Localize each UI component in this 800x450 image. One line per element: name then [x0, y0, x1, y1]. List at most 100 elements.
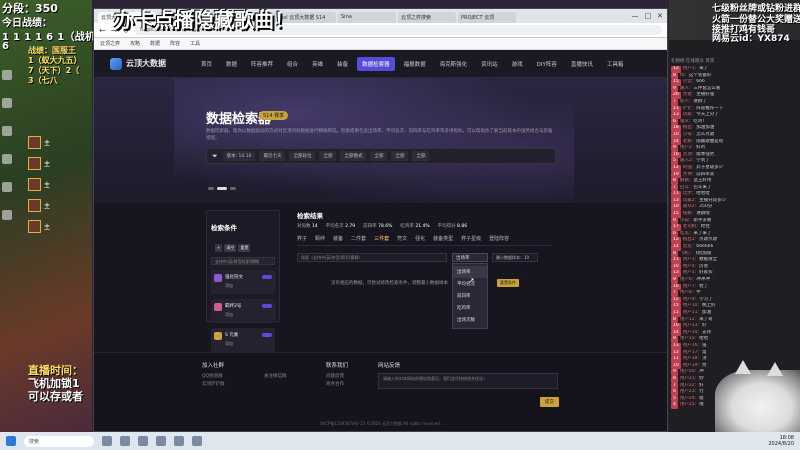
- chat-username[interactable]: 巴斗：: [680, 185, 694, 190]
- chat-username[interactable]: 鹅鹅：: [680, 178, 694, 183]
- nav-item[interactable]: 福报数据: [399, 57, 431, 71]
- user-icon[interactable]: [2, 210, 12, 220]
- result-tab[interactable]: 弈子: [297, 235, 307, 242]
- chat-header[interactable]: 礼物榜 在线观众 贵宾: [671, 58, 799, 64]
- reset-condition-button[interactable]: 重置: [238, 244, 251, 252]
- footer-link[interactable]: 商务合作: [326, 381, 348, 389]
- submit-feedback-button[interactable]: 提交: [540, 397, 559, 407]
- chat-username[interactable]: 用户7：: [683, 284, 699, 289]
- chat-username[interactable]: 新人：: [680, 99, 694, 104]
- system-tray-clock[interactable]: 18:08 2024/8/20: [768, 435, 794, 447]
- browser-tab[interactable]: Sina: [338, 12, 396, 23]
- bookmark-item[interactable]: 工具: [190, 40, 200, 47]
- chat-username[interactable]: 用户14：: [683, 330, 702, 335]
- footer-link[interactable]: QQ频道群: [202, 373, 225, 381]
- condition-toggle[interactable]: [262, 275, 272, 279]
- chat-username[interactable]: 老司机：: [683, 224, 701, 229]
- browser-tab[interactable]: 云顶之弈搜索: [398, 12, 456, 23]
- filter-select[interactable]: 最近七天: [259, 151, 286, 161]
- chat-username[interactable]: 老粉：: [683, 139, 697, 144]
- nav-item[interactable]: 装备: [332, 57, 353, 71]
- chat-username[interactable]: 钻粉：: [683, 211, 697, 216]
- filter-select[interactable]: 全部段位: [289, 151, 316, 161]
- chat-username[interactable]: 比尔：: [683, 191, 697, 196]
- chat-username[interactable]: 用户18：: [683, 356, 702, 361]
- footer-link[interactable]: 问题反馈: [326, 373, 348, 381]
- hero-row[interactable]: 主: [28, 220, 50, 233]
- chat-username[interactable]: 观众：: [680, 119, 694, 124]
- chat-username[interactable]: 用户20：: [680, 369, 699, 374]
- filter-select[interactable]: 全部: [412, 151, 430, 161]
- hero-row[interactable]: 主: [28, 178, 50, 191]
- chat-username[interactable]: 用户8：: [680, 290, 696, 295]
- chat-username[interactable]: 用户11：: [683, 310, 702, 315]
- bookmark-item[interactable]: 云顶之弈: [100, 40, 120, 47]
- chat-username[interactable]: 用户16：: [683, 343, 702, 348]
- nav-item[interactable]: 数据检索器: [357, 56, 395, 71]
- chat-username[interactable]: 云顶：: [683, 152, 697, 157]
- chat-username[interactable]: 路人2：: [680, 158, 696, 163]
- feedback-textarea[interactable]: 请输入你对本网站的建议和意见，我们会尽快修改并优化！: [378, 373, 558, 389]
- chat-username[interactable]: 用户23：: [680, 389, 699, 394]
- result-tab[interactable]: 二件套: [351, 235, 366, 242]
- bookmark-item[interactable]: 攻略: [130, 40, 140, 47]
- footer-link[interactable]: 关注微信群: [264, 373, 287, 381]
- chat-username[interactable]: 玩家：: [683, 112, 697, 117]
- shop-icon[interactable]: [2, 126, 12, 136]
- app-icon[interactable]: [102, 436, 112, 446]
- nav-item[interactable]: 阵容推荐: [246, 57, 278, 71]
- chat-username[interactable]: 用户17：: [683, 350, 702, 355]
- nav-item[interactable]: 直播快讯: [566, 57, 598, 71]
- hero-row[interactable]: 主: [28, 136, 50, 149]
- chat-username[interactable]: 用户15：: [680, 336, 699, 341]
- app-icon[interactable]: [192, 436, 202, 446]
- chat-username[interactable]: 阿强：: [683, 165, 697, 170]
- result-tab[interactable]: 羁绊: [315, 235, 325, 242]
- nav-item[interactable]: 工具箱: [602, 57, 629, 71]
- minimize-icon[interactable]: —: [632, 12, 639, 20]
- nav-item[interactable]: 游戏: [507, 57, 528, 71]
- sort-select[interactable]: 出场率: [452, 253, 488, 262]
- filter-select[interactable]: 全部: [391, 151, 409, 161]
- bookmark-item[interactable]: 数据: [150, 40, 160, 47]
- results-search-input[interactable]: 搜索（支持中/英/拼音/简写/模糊）: [297, 253, 447, 262]
- chat-username[interactable]: 小白：: [680, 218, 694, 223]
- condition-search-input[interactable]: 支持中/英/拼音检索/模糊: [211, 257, 275, 265]
- sort-option[interactable]: 前四率: [453, 290, 487, 302]
- sort-option[interactable]: 出场次数: [453, 314, 487, 326]
- chat-username[interactable]: 大神：: [683, 172, 697, 177]
- chat-username[interactable]: 用户21：: [680, 376, 699, 381]
- chat-username[interactable]: 用户19：: [683, 363, 702, 368]
- star-icon[interactable]: [2, 154, 12, 164]
- result-tab[interactable]: 三件套: [374, 235, 389, 242]
- footer-link[interactable]: 云顶铲铲群: [202, 381, 225, 389]
- chat-username[interactable]: 飞机：: [680, 251, 694, 256]
- chat-username[interactable]: 小云：: [683, 79, 697, 84]
- result-tab[interactable]: 弈子星级: [461, 235, 481, 242]
- reset-filter-button[interactable]: 重置条件: [497, 279, 519, 287]
- filter-select[interactable]: 全部模式: [340, 151, 367, 161]
- chat-username[interactable]: 用户2：: [680, 145, 696, 150]
- filter-select[interactable]: 版本: 14.16: [222, 151, 256, 161]
- chat-username[interactable]: 用户1：: [683, 66, 699, 71]
- browser-tab[interactable]: PROJECT 云顶: [458, 12, 516, 23]
- nav-item[interactable]: 海克斯强化: [435, 57, 473, 71]
- chat-username[interactable]: 小号：: [683, 132, 697, 137]
- chat-username[interactable]: 铲铲：: [683, 106, 697, 111]
- chat-username[interactable]: 用户10：: [683, 303, 702, 308]
- result-tab[interactable]: 装备类型: [433, 235, 453, 242]
- nav-item[interactable]: 英雄: [307, 57, 328, 71]
- chat-username[interactable]: 大佬：: [683, 92, 697, 97]
- chat-username[interactable]: 用户22：: [680, 383, 699, 388]
- nav-item[interactable]: 数据: [221, 57, 242, 71]
- carousel-dot[interactable]: [208, 187, 214, 190]
- close-icon[interactable]: ✕: [657, 12, 663, 20]
- chat-username[interactable]: 用户13：: [683, 323, 702, 328]
- chat-username[interactable]: 玩家2：: [683, 198, 699, 203]
- clear-condition-button[interactable]: 清空: [224, 244, 237, 252]
- chat-username[interactable]: 粉丝2：: [683, 237, 699, 242]
- taskbar-search[interactable]: 搜索: [24, 435, 94, 447]
- chat-username[interactable]: fd：: [680, 73, 689, 78]
- filter-select[interactable]: 全部: [319, 151, 337, 161]
- app-icon[interactable]: [138, 436, 148, 446]
